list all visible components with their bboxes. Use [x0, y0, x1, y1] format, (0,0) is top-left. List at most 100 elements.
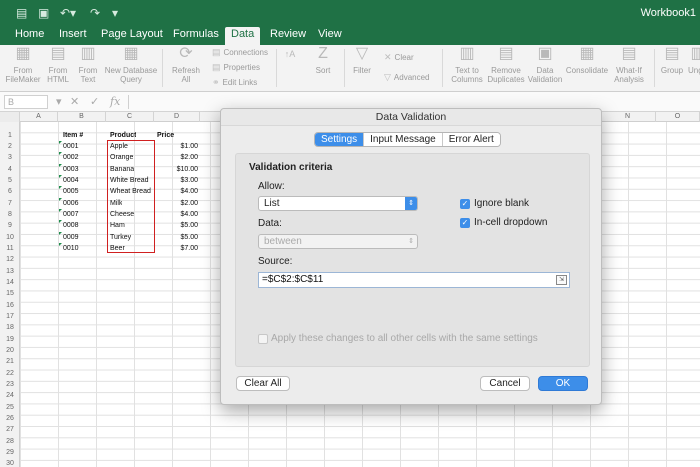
row-header-10[interactable]: 10	[0, 232, 20, 243]
row-header-9[interactable]: 9	[0, 220, 20, 231]
item-cell[interactable]: 0003	[63, 164, 79, 175]
row-header-3[interactable]: 3	[0, 152, 20, 163]
row-header-2[interactable]: 2	[0, 141, 20, 152]
price-cell[interactable]: $4.00	[160, 209, 198, 220]
properties-button[interactable]: ▤ Properties	[212, 63, 260, 73]
tab-insert[interactable]: Insert	[53, 27, 93, 45]
new-database-query-button[interactable]: ▦ New Database Query	[103, 45, 159, 84]
price-cell[interactable]: $10.00	[160, 164, 198, 175]
error-indicator-icon[interactable]	[59, 209, 62, 212]
range-picker-icon[interactable]: ⇲	[556, 275, 567, 285]
ungroup-button[interactable]: ▥ Ungroup	[688, 45, 700, 75]
column-header-c[interactable]: C	[106, 112, 154, 122]
tab-settings[interactable]: Settings	[315, 133, 365, 146]
column-header-o[interactable]: O	[656, 112, 700, 122]
name-box[interactable]: B	[4, 95, 48, 109]
price-cell[interactable]: $2.00	[160, 198, 198, 209]
remove-duplicates-button[interactable]: ▤ Remove Duplicates	[486, 45, 526, 84]
tab-home[interactable]: Home	[9, 27, 50, 45]
tab-view[interactable]: View	[312, 27, 348, 45]
row-header-26[interactable]: 26	[0, 413, 20, 424]
data-validation-button[interactable]: ▣ Data Validation	[526, 45, 564, 84]
row-header-27[interactable]: 27	[0, 424, 20, 435]
filter-button[interactable]: ▽ Filter	[348, 45, 376, 75]
error-indicator-icon[interactable]	[59, 164, 62, 167]
item-cell[interactable]: 0004	[63, 175, 79, 186]
column-header-d[interactable]: D	[154, 112, 200, 122]
row-header-18[interactable]: 18	[0, 322, 20, 333]
refresh-all-button[interactable]: ⟳ Refresh All	[168, 45, 204, 84]
row-header-24[interactable]: 24	[0, 390, 20, 401]
clear-filter-button[interactable]: ✕ Clear	[384, 53, 414, 63]
price-cell[interactable]: $4.00	[160, 186, 198, 197]
name-box-dropdown-icon[interactable]: ▾	[56, 95, 62, 109]
column-header-a[interactable]: A	[20, 112, 58, 122]
sort-button[interactable]: Z Sort	[306, 45, 340, 75]
consolidate-button[interactable]: ▦ Consolidate	[564, 45, 610, 75]
redo-icon[interactable]: ↷	[90, 6, 100, 20]
row-header-12[interactable]: 12	[0, 254, 20, 265]
ok-button[interactable]: OK	[538, 376, 588, 391]
row-header-29[interactable]: 29	[0, 447, 20, 458]
ignore-blank-checkbox[interactable]: ✓	[460, 199, 470, 209]
error-indicator-icon[interactable]	[59, 152, 62, 155]
row-header-15[interactable]: 15	[0, 288, 20, 299]
row-header-19[interactable]: 19	[0, 334, 20, 345]
text-to-columns-button[interactable]: ▥ Text to Columns	[448, 45, 486, 84]
cancel-entry-icon[interactable]: ✕	[70, 95, 79, 109]
edit-links-button[interactable]: ⚭ Edit Links	[212, 78, 257, 88]
error-indicator-icon[interactable]	[59, 198, 62, 201]
tab-formulas[interactable]: Formulas	[167, 27, 225, 45]
price-cell[interactable]: $5.00	[160, 220, 198, 231]
row-header-4[interactable]: 4	[0, 164, 20, 175]
item-cell[interactable]: 0001	[63, 141, 79, 152]
row-header-28[interactable]: 28	[0, 436, 20, 447]
apply-all-checkbox[interactable]: ✓	[258, 334, 268, 344]
tab-error-alert[interactable]: Error Alert	[442, 133, 500, 146]
row-header-11[interactable]: 11	[0, 243, 20, 254]
item-cell[interactable]: 0002	[63, 152, 79, 163]
row-header-21[interactable]: 21	[0, 356, 20, 367]
error-indicator-icon[interactable]	[59, 232, 62, 235]
error-indicator-icon[interactable]	[59, 141, 62, 144]
price-cell[interactable]: $7.00	[160, 243, 198, 254]
in-cell-dropdown-checkbox[interactable]: ✓	[460, 218, 470, 228]
item-cell[interactable]: 0007	[63, 209, 79, 220]
row-header-25[interactable]: 25	[0, 402, 20, 413]
price-cell[interactable]: $5.00	[160, 232, 198, 243]
sidebar-toggle-icon[interactable]: ▤	[16, 6, 27, 20]
column-header-n[interactable]: N	[600, 112, 656, 122]
row-header-7[interactable]: 7	[0, 198, 20, 209]
row-header-8[interactable]: 8	[0, 209, 20, 220]
column-header-b[interactable]: B	[58, 112, 106, 122]
item-cell[interactable]: 0005	[63, 186, 79, 197]
item-cell[interactable]: 0006	[63, 198, 79, 209]
tab-review[interactable]: Review	[264, 27, 312, 45]
customize-toolbar-icon[interactable]: ▾	[112, 6, 118, 20]
row-header-22[interactable]: 22	[0, 368, 20, 379]
from-filemaker-button[interactable]: ▦ From FileMaker	[4, 45, 42, 84]
row-header-20[interactable]: 20	[0, 345, 20, 356]
error-indicator-icon[interactable]	[59, 175, 62, 178]
row-header-17[interactable]: 17	[0, 311, 20, 322]
from-text-button[interactable]: ▥ From Text	[74, 45, 102, 84]
row-header-5[interactable]: 5	[0, 175, 20, 186]
source-input[interactable]: =$C$2:$C$11 ⇲	[258, 272, 570, 288]
header-cell-item[interactable]: Item #	[63, 130, 83, 141]
item-cell[interactable]: 0010	[63, 243, 79, 254]
tab-page-layout[interactable]: Page Layout	[95, 27, 169, 45]
confirm-entry-icon[interactable]: ✓	[90, 95, 99, 109]
tab-data[interactable]: Data	[225, 27, 261, 45]
tab-input-message[interactable]: Input Message	[364, 133, 443, 146]
row-header-6[interactable]: 6	[0, 186, 20, 197]
row-header-14[interactable]: 14	[0, 277, 20, 288]
data-select[interactable]: between ⇕	[258, 234, 418, 249]
group-button[interactable]: ▤ Group	[658, 45, 686, 75]
select-all-corner[interactable]	[0, 112, 20, 122]
insert-function-icon[interactable]: fx	[110, 95, 120, 109]
connections-button[interactable]: ▤ Connections	[212, 48, 268, 58]
error-indicator-icon[interactable]	[59, 220, 62, 223]
clear-all-button[interactable]: Clear All	[236, 376, 290, 391]
error-indicator-icon[interactable]	[59, 186, 62, 189]
price-cell[interactable]: $3.00	[160, 175, 198, 186]
